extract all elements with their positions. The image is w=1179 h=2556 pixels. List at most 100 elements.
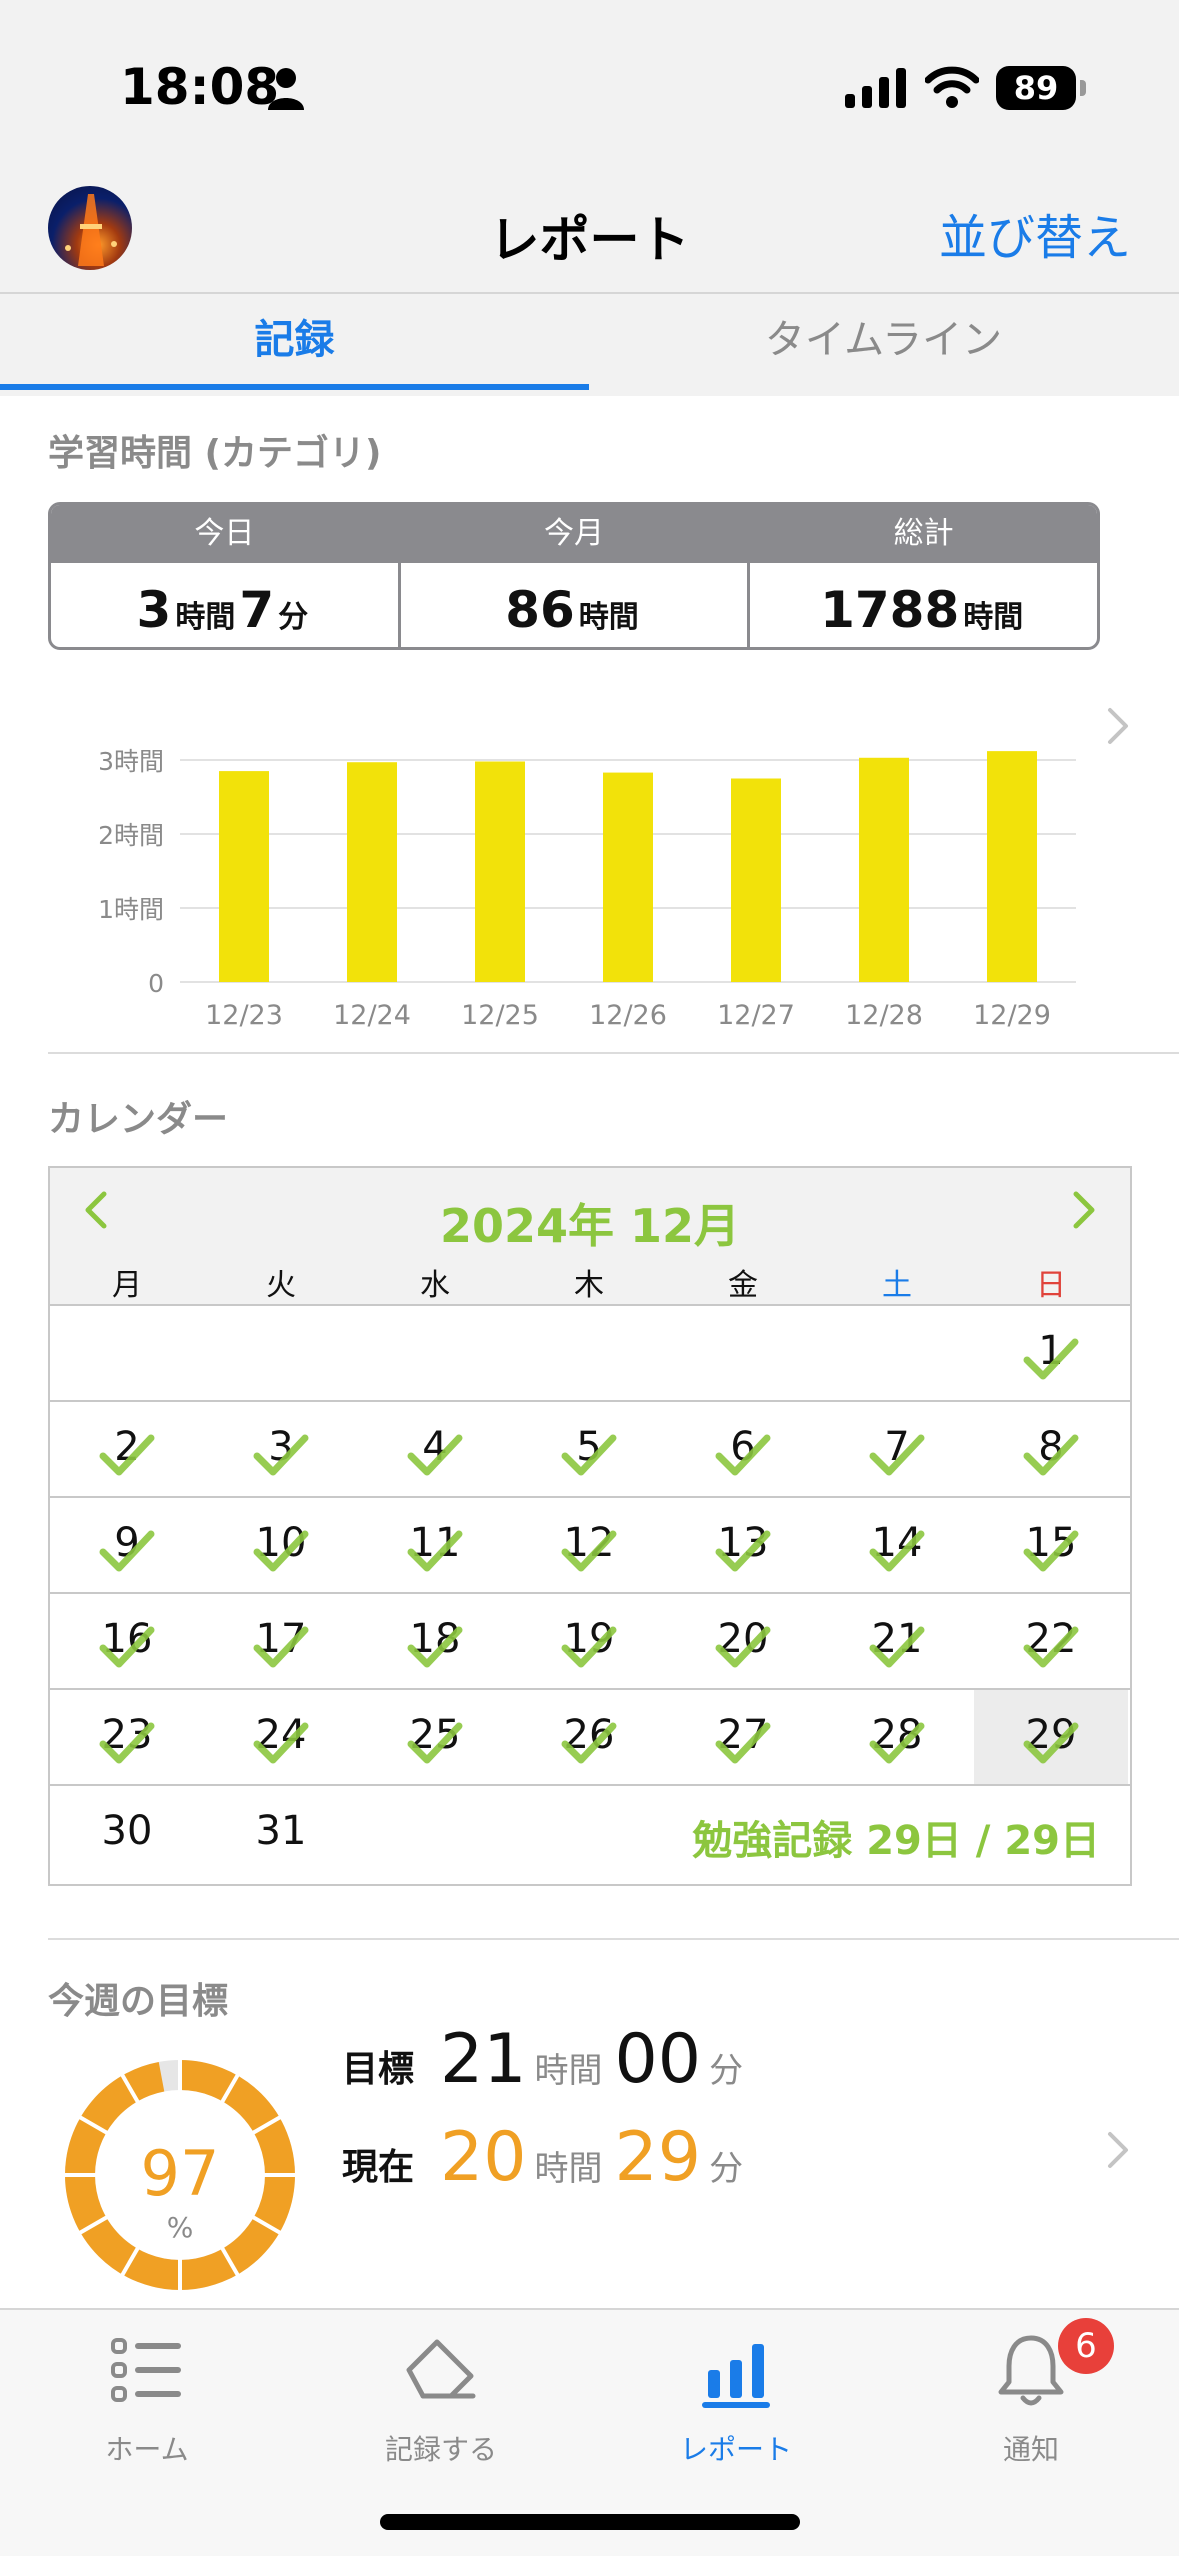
- checkmark-icon: [561, 1626, 617, 1668]
- checkmark-icon: [561, 1434, 617, 1476]
- chart-bar: [219, 771, 269, 982]
- tabbar-notifications-label: 通知: [1002, 2433, 1059, 2466]
- calendar-day-number: 31: [255, 1808, 307, 1854]
- tabbar-record[interactable]: 記録する: [294, 2310, 588, 2470]
- chart-bar: [731, 778, 781, 982]
- study-time-bar-chart[interactable]: 0 1時間 2時間 3時間 12/23 12/24 12/25 12/26 12/27 12/28…: [0, 690, 1179, 1040]
- goal-current-hours-unit: 時間: [534, 2149, 603, 2189]
- battery-cap: [1080, 80, 1086, 96]
- checkmark-icon: [1023, 1722, 1079, 1764]
- tabbar-home-label: ホーム: [105, 2433, 189, 2466]
- calendar-day[interactable]: 26: [512, 1690, 666, 1784]
- calendar-day[interactable]: 1: [974, 1306, 1128, 1400]
- calendar-day[interactable]: 4: [358, 1402, 512, 1496]
- stat-today-hours-unit: 時間: [175, 600, 236, 635]
- calendar-day[interactable]: 5: [512, 1402, 666, 1496]
- tab-timeline[interactable]: タイムライン: [589, 294, 1178, 396]
- calendar-day[interactable]: 14: [820, 1498, 974, 1592]
- chart-chevron-right-icon[interactable]: [1104, 706, 1132, 746]
- calendar-day[interactable]: 20: [666, 1594, 820, 1688]
- battery-indicator: 89: [996, 66, 1076, 110]
- notification-badge: 6: [1058, 2318, 1114, 2374]
- bar-chart-icon: [702, 2344, 770, 2408]
- wifi-icon: [925, 66, 979, 108]
- calendar-header: 2024年 12月 月 火 水 木 金 土 日: [50, 1168, 1130, 1304]
- calendar-month-label: 2024年 12月: [439, 1199, 741, 1253]
- calendar-day[interactable]: 23: [50, 1690, 204, 1784]
- calendar-day[interactable]: 30: [50, 1786, 204, 1880]
- calendar-day[interactable]: 28: [820, 1690, 974, 1784]
- calendar-day[interactable]: 3: [204, 1402, 358, 1496]
- calendar-day[interactable]: 6: [666, 1402, 820, 1496]
- checkmark-icon: [1023, 1434, 1079, 1476]
- calendar-day[interactable]: 27: [666, 1690, 820, 1784]
- goal-current-label: 現在: [342, 2147, 415, 2188]
- calendar-day[interactable]: 17: [204, 1594, 358, 1688]
- chart-x-tick-label: 12/25: [461, 1000, 539, 1031]
- checkmark-icon: [253, 1530, 309, 1572]
- goal-chevron-right-icon[interactable]: [1104, 2130, 1132, 2170]
- calendar-day[interactable]: 9: [50, 1498, 204, 1592]
- calendar-day[interactable]: 10: [204, 1498, 358, 1592]
- checkmark-icon: [407, 1626, 463, 1668]
- calendar-weekday: 金: [728, 1268, 758, 1303]
- calendar-week-row: 30 31 勉強記録 29日 / 29日: [50, 1784, 1130, 1880]
- calendar-day[interactable]: 24: [204, 1690, 358, 1784]
- checkmark-icon: [407, 1530, 463, 1572]
- stat-total: 総計 1788 時間: [750, 505, 1097, 647]
- checkmark-icon: [869, 1722, 925, 1764]
- goal-current-minutes: 29: [614, 2118, 702, 2197]
- stat-month-value: 86: [505, 581, 575, 639]
- tabbar-home[interactable]: ホーム: [0, 2310, 294, 2470]
- stat-today-hours: 3: [136, 581, 172, 639]
- calendar-day[interactable]: 12: [512, 1498, 666, 1592]
- calendar-day[interactable]: 29: [974, 1690, 1128, 1784]
- tabbar-report-label: レポート: [679, 2433, 792, 2466]
- calendar-day[interactable]: 25: [358, 1690, 512, 1784]
- calendar-day[interactable]: 2: [50, 1402, 204, 1496]
- calendar-day[interactable]: 16: [50, 1594, 204, 1688]
- calendar-day[interactable]: 22: [974, 1594, 1128, 1688]
- study-time-title: 学習時間 (カテゴリ): [48, 433, 382, 474]
- checkmark-icon: [869, 1530, 925, 1572]
- checkmark-icon: [715, 1722, 771, 1764]
- chart-x-tick-label: 12/26: [589, 1000, 667, 1031]
- goal-target-hours-unit: 時間: [534, 2051, 603, 2091]
- cellular-signal-icon: [845, 68, 906, 108]
- calendar-weekday: 月: [112, 1268, 142, 1303]
- sort-button[interactable]: 並び替え: [939, 198, 1131, 268]
- checkmark-icon: [715, 1626, 771, 1668]
- stat-today: 今日 3 時間 7 分: [51, 505, 401, 647]
- chart-bar: [603, 772, 653, 982]
- calendar-day[interactable]: 13: [666, 1498, 820, 1592]
- chart-y-tick-label: 3時間: [98, 747, 164, 776]
- calendar-day[interactable]: 21: [820, 1594, 974, 1688]
- calendar-day[interactable]: 7: [820, 1402, 974, 1496]
- calendar-day[interactable]: 11: [358, 1498, 512, 1592]
- calendar-week-row: 1: [50, 1304, 1130, 1400]
- checkmark-icon: [869, 1434, 925, 1476]
- calendar-day[interactable]: 19: [512, 1594, 666, 1688]
- checkmark-icon: [253, 1434, 309, 1476]
- goal-target-minutes: 00: [614, 2020, 702, 2099]
- tabbar-report[interactable]: レポート: [589, 2310, 883, 2470]
- list-icon: [111, 2338, 181, 2402]
- stat-today-minutes: 7: [239, 581, 275, 639]
- calendar-day[interactable]: 18: [358, 1594, 512, 1688]
- calendar-day[interactable]: 15: [974, 1498, 1128, 1592]
- tabbar-notifications[interactable]: 通知: [884, 2310, 1178, 2470]
- calendar-day[interactable]: 31: [204, 1786, 358, 1880]
- stat-month-unit: 時間: [578, 600, 639, 635]
- nav-bar: レポート 並び替え: [0, 170, 1179, 294]
- stat-total-value: 1788: [820, 581, 960, 639]
- status-time: 18:08: [120, 58, 280, 116]
- goal-current-minutes-unit: 分: [709, 2149, 744, 2189]
- checkmark-icon: [99, 1722, 155, 1764]
- calendar-title: カレンダー: [48, 1099, 229, 1140]
- calendar-day[interactable]: 8: [974, 1402, 1128, 1496]
- tab-records[interactable]: 記録: [0, 294, 589, 396]
- calendar-weekday: 日: [1036, 1268, 1066, 1303]
- calendar-day-number: 30: [101, 1808, 153, 1854]
- calendar-next-month-icon[interactable]: [1068, 1190, 1100, 1230]
- checkmark-icon: [99, 1530, 155, 1572]
